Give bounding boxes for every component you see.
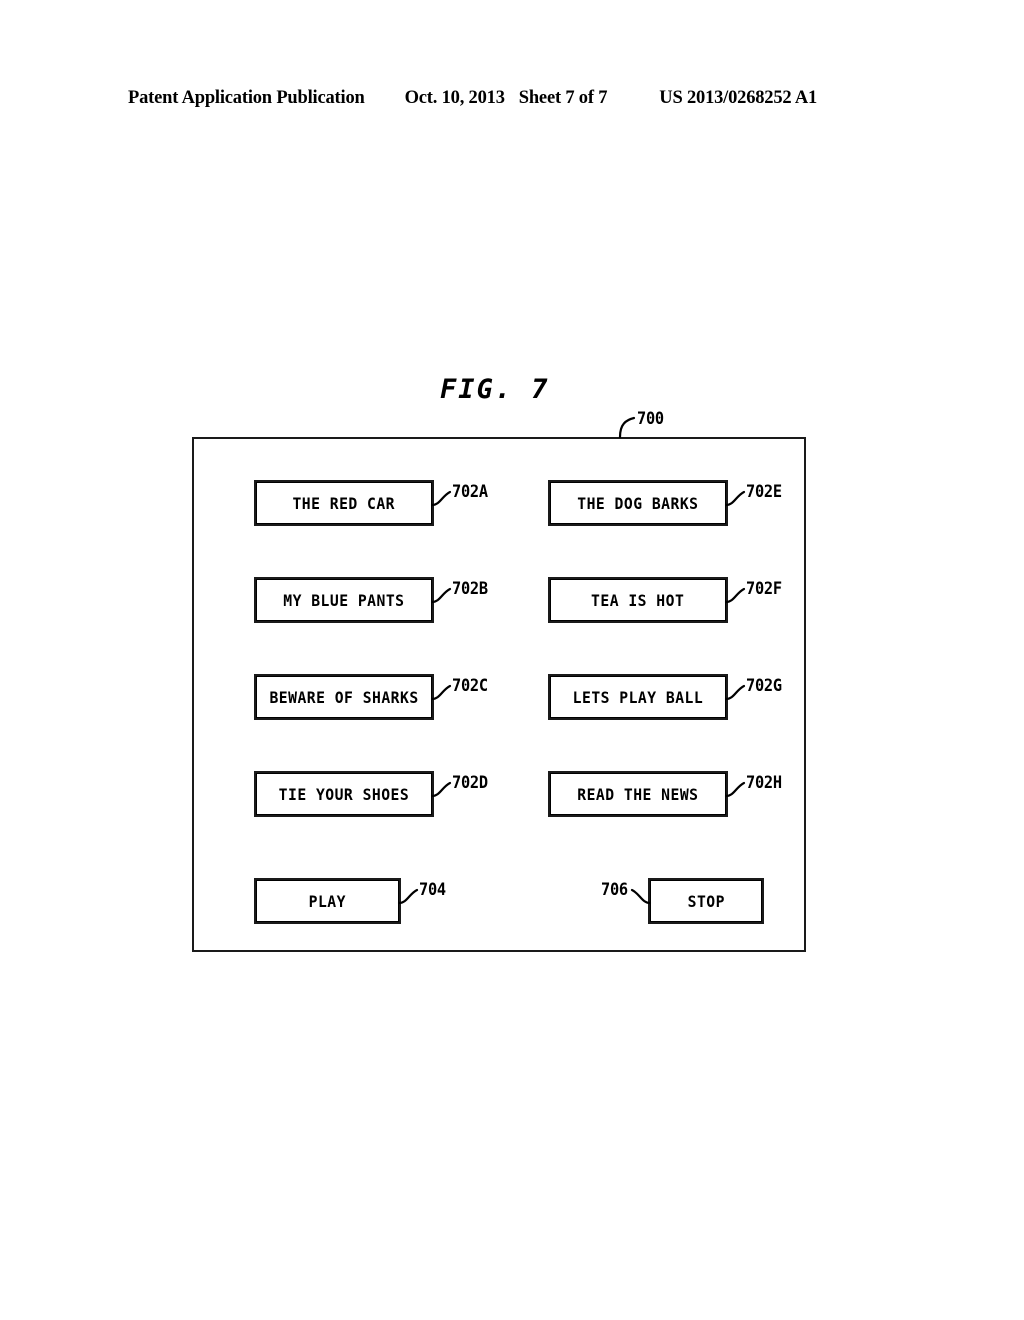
figure-drawing: THE RED CAR MY BLUE PANTS BEWARE OF SHAR… <box>0 0 1024 1320</box>
phrase-button-label: MY BLUE PANTS <box>283 590 405 610</box>
reference-numeral-702b: 702B <box>452 579 488 599</box>
reference-numeral-704: 704 <box>419 880 446 900</box>
play-button-label: PLAY <box>308 891 347 911</box>
phrase-button-label: READ THE NEWS <box>577 784 699 804</box>
reference-numeral-702d: 702D <box>452 773 488 793</box>
phrase-button-beware-of-sharks[interactable]: BEWARE OF SHARKS <box>254 674 434 720</box>
phrase-button-my-blue-pants[interactable]: MY BLUE PANTS <box>254 577 434 623</box>
phrase-button-tea-is-hot[interactable]: TEA IS HOT <box>548 577 728 623</box>
reference-numeral-706: 706 <box>601 880 628 900</box>
phrase-button-label: THE DOG BARKS <box>577 493 699 513</box>
stop-button[interactable]: STOP <box>648 878 764 924</box>
reference-numeral-700: 700 <box>637 409 664 429</box>
play-button[interactable]: PLAY <box>254 878 401 924</box>
phrase-button-the-red-car[interactable]: THE RED CAR <box>254 480 434 526</box>
phrase-button-label: LETS PLAY BALL <box>572 687 704 707</box>
reference-numeral-702g: 702G <box>746 676 782 696</box>
reference-numeral-702e: 702E <box>746 482 782 502</box>
phrase-button-label: TEA IS HOT <box>591 590 685 610</box>
stop-button-label: STOP <box>687 891 725 911</box>
phrase-button-label: THE RED CAR <box>292 493 396 513</box>
phrase-button-label: TIE YOUR SHOES <box>278 784 410 804</box>
phrase-button-lets-play-ball[interactable]: LETS PLAY BALL <box>548 674 728 720</box>
phrase-button-the-dog-barks[interactable]: THE DOG BARKS <box>548 480 728 526</box>
reference-numeral-702f: 702F <box>746 579 782 599</box>
reference-numeral-702h: 702H <box>746 773 782 793</box>
reference-numeral-702c: 702C <box>452 676 488 696</box>
phrase-button-read-the-news[interactable]: READ THE NEWS <box>548 771 728 817</box>
phrase-button-tie-your-shoes[interactable]: TIE YOUR SHOES <box>254 771 434 817</box>
reference-numeral-702a: 702A <box>452 482 488 502</box>
phrase-button-label: BEWARE OF SHARKS <box>269 687 419 707</box>
